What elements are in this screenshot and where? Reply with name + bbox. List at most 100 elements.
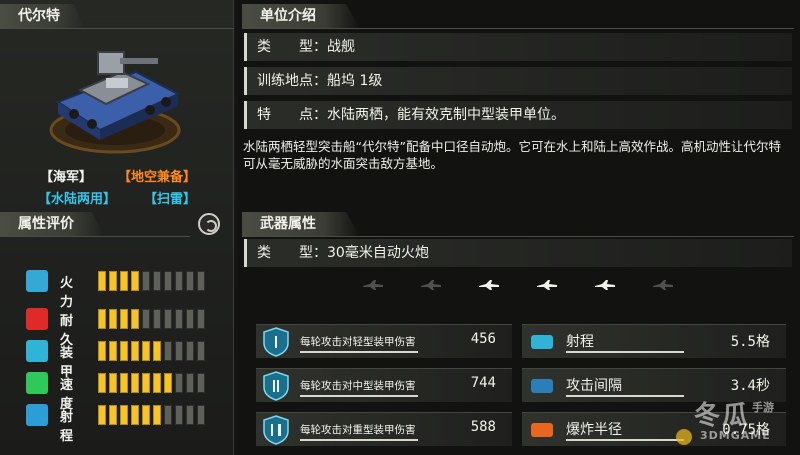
firepower-icon [26,270,48,292]
bar-segment [120,271,128,291]
helicopter-icon [478,276,500,290]
weapon-stat-value: 5.5格 [730,334,770,350]
weapon-stat: 射程 5.5格 [522,324,786,358]
attributes-tab: 属性评价 [0,212,104,236]
bar-segment [98,271,106,291]
damage-label: 每轮攻击对中型装甲伤害 [300,380,416,392]
tag-navy: 【海军】 [40,170,93,185]
watermark-main: 冬瓜 [694,401,751,431]
bar-segment [120,341,128,361]
divider [300,351,418,353]
bar-segment [175,271,183,291]
bar-segment [109,373,117,393]
attribute-bar [98,373,205,393]
unit-name: 代尔特 [18,8,60,24]
bar-segment [175,373,183,393]
bar-segment [197,373,205,393]
bar-segment [142,271,150,291]
intro-title: 单位介绍 [260,8,316,24]
divider [0,236,190,237]
divider [300,395,418,397]
tag-ground-air: 【地空兼备】 [118,170,197,185]
damage-stat: 每轮攻击对轻型装甲伤害 456 [256,324,512,358]
bar-segment [98,309,106,329]
bar-segment [175,405,183,425]
tank-icon [536,276,558,290]
weapon-type-label: 类 型： [257,245,327,261]
bar-segment [120,373,128,393]
bar-segment [175,309,183,329]
damage-stat: 每轮攻击对中型装甲伤害 744 [256,368,512,402]
unit-description: 水陆两栖轻型突击船“代尔特”配备中口径自动炮。它可在水上和陆上高效作战。高机动性… [243,139,781,171]
bar-segment [131,341,139,361]
weapon-title: 武器属性 [260,216,316,232]
bar-segment [197,405,205,425]
bar-segment [98,373,106,393]
bar-segment [120,309,128,329]
bar-segment [186,373,194,393]
bar-segment [197,341,205,361]
damage-label: 每轮攻击对重型装甲伤害 [300,424,416,436]
bar-segment [164,271,172,291]
bar-segment [142,309,150,329]
armor-light-icon [263,327,289,357]
bar-segment [153,341,161,361]
bar-segment [186,341,194,361]
bar-segment [153,271,161,291]
range-arrows-icon [26,404,48,426]
jet-icon [362,276,384,290]
plane-icon [420,276,442,290]
divider [566,351,684,353]
damage-value: 744 [470,375,496,391]
explosion-icon [531,423,553,437]
heart-icon [26,308,48,330]
divider [242,28,794,29]
speed-chevron-icon [26,372,48,394]
unit-name-tab: 代尔特 [0,4,84,28]
bar-segment [186,309,194,329]
armor-heavy-icon [263,415,289,445]
bar-segment [197,309,205,329]
type-value: 战舰 [327,39,355,55]
bar-segment [120,405,128,425]
unit-panel: 代尔特 【海军】 【地空兼备】 【水陆两用】 【扫雷】 属性评价 火力 耐久 装甲速… [0,0,234,455]
feature-value: 水陆两栖，能有效克制中型装甲单位。 [327,107,565,123]
bar-segment [164,341,172,361]
bar-segment [98,405,106,425]
target-type-icons [362,276,674,290]
attribute-label: 火力 [60,276,74,310]
tag-amphibious: 【水陆两用】 [38,192,117,207]
type-label: 类 型： [257,39,327,55]
damage-value: 456 [470,331,496,347]
bar-segment [142,341,150,361]
bar-segment [109,271,117,291]
refresh-icon[interactable] [198,213,220,235]
intro-tab: 单位介绍 [242,4,360,28]
training-row: 训练地点：船坞 1级 [244,67,792,95]
weapon-stat-label: 攻击间隔 [566,378,622,394]
damage-label: 每轮攻击对轻型装甲伤害 [300,336,416,348]
bar-segment [164,405,172,425]
weapon-stat-label: 射程 [566,334,594,350]
weapon-type-row: 类 型：30毫米自动火炮 [244,239,792,267]
bar-segment [153,309,161,329]
bar-segment [131,309,139,329]
submarine-icon [652,276,674,290]
divider [566,395,684,397]
hourglass-icon [531,379,553,393]
bar-segment [109,309,117,329]
bar-segment [175,341,183,361]
attribute-bar [98,309,205,329]
divider [242,236,794,237]
bar-segment [164,373,172,393]
weapon-type-value: 30毫米自动火炮 [327,245,429,261]
bar-segment [109,341,117,361]
watermark-icon [676,429,692,445]
weapon-stat-value: 3.4秒 [730,378,770,394]
watermark-sub: 手游 [752,401,774,414]
weapon-tab: 武器属性 [242,212,360,236]
bar-segment [197,271,205,291]
feature-label: 特 点： [257,107,327,123]
bar-segment [142,373,150,393]
tag-minesweep: 【扫雷】 [144,192,197,207]
